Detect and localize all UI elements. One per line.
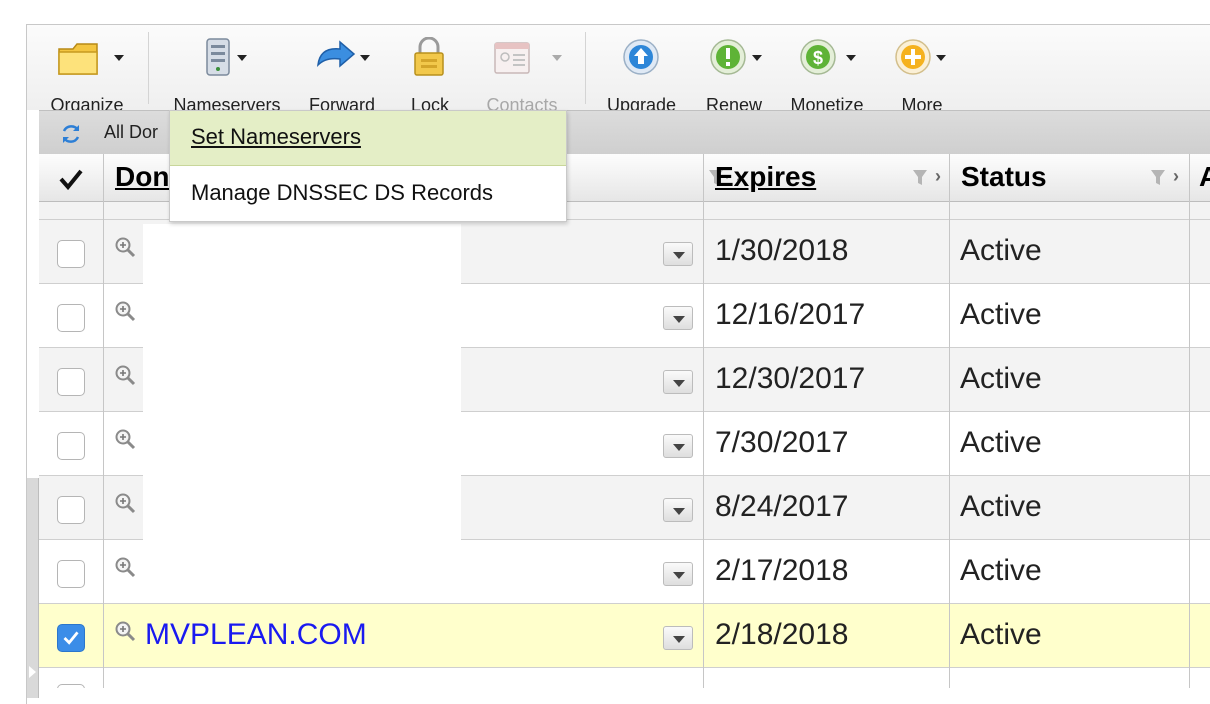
zoom-icon[interactable]: [114, 620, 136, 642]
filter-label[interactable]: All Dor: [104, 122, 158, 143]
expires-column-label[interactable]: Expires: [715, 161, 816, 193]
folder-icon: [58, 43, 98, 75]
column-divider: [949, 154, 950, 688]
row-checkbox[interactable]: [57, 624, 85, 652]
zoom-icon[interactable]: [114, 556, 136, 578]
scrollbar-track[interactable]: [27, 478, 39, 698]
expires-column-header[interactable]: Expires ›: [703, 154, 949, 202]
contacts-button: Contacts: [477, 37, 567, 115]
monetize-button[interactable]: $ Monetize: [782, 37, 872, 115]
row-checkbox[interactable]: [57, 240, 85, 268]
domain-column-label[interactable]: Don: [115, 161, 169, 193]
forward-button[interactable]: Forward: [302, 37, 382, 115]
chevron-down-icon: [936, 55, 946, 61]
contact-card-icon: [494, 42, 530, 74]
redacted-area: [143, 224, 461, 544]
nameservers-menu: Set Nameservers Manage DNSSEC DS Records: [169, 110, 567, 222]
table-row[interactable]: MVPLEAN.COM 2/18/2018 Active: [39, 604, 1210, 668]
row-menu-dropdown[interactable]: [663, 498, 693, 522]
renew-button[interactable]: Renew: [694, 37, 774, 115]
row-checkbox[interactable]: [57, 304, 85, 332]
dollar-circle-icon: $: [800, 39, 836, 75]
upgrade-button[interactable]: Upgrade: [599, 37, 684, 115]
plus-circle-icon: [895, 39, 931, 75]
forward-arrow-icon: [317, 40, 356, 68]
expires-cell: 12/16/2017: [715, 298, 866, 331]
nameservers-button[interactable]: Nameservers: [167, 37, 287, 115]
toolbar: Organize Nameservers Forward Lock Contac…: [27, 25, 1210, 115]
column-divider: [103, 154, 104, 688]
expand-arrow-icon[interactable]: [29, 666, 36, 678]
expires-cell: 2/18/2018: [715, 618, 849, 651]
lock-button[interactable]: Lock: [400, 37, 460, 115]
table-row: [39, 668, 1210, 688]
status-cell: Active: [960, 490, 1042, 523]
status-cell: Active: [960, 426, 1042, 459]
status-column-header[interactable]: Status ›: [949, 154, 1189, 202]
column-resize-handle[interactable]: ›: [935, 166, 941, 187]
row-menu-dropdown[interactable]: [663, 306, 693, 330]
filter-icon[interactable]: [1149, 168, 1171, 188]
status-cell: Active: [960, 554, 1042, 587]
chevron-down-icon: [237, 55, 247, 61]
column-divider: [1189, 154, 1190, 688]
zoom-icon[interactable]: [114, 364, 136, 386]
next-column-header[interactable]: A: [1189, 154, 1210, 202]
row-checkbox[interactable]: [57, 432, 85, 460]
expires-cell: 12/30/2017: [715, 362, 866, 395]
chevron-down-icon: [846, 55, 856, 61]
status-cell: Active: [960, 362, 1042, 395]
checkmark-icon: [63, 631, 79, 645]
zoom-icon[interactable]: [114, 492, 136, 514]
row-menu-dropdown[interactable]: [663, 626, 693, 650]
expires-cell: 8/24/2017: [715, 490, 849, 523]
row-menu-dropdown[interactable]: [663, 434, 693, 458]
chevron-down-icon: [360, 55, 370, 61]
column-divider: [703, 154, 704, 688]
chevron-down-icon: [752, 55, 762, 61]
zoom-icon[interactable]: [114, 300, 136, 322]
table-row[interactable]: 2/17/2018 Active: [39, 540, 1210, 604]
row-menu-dropdown[interactable]: [663, 242, 693, 266]
select-all-header[interactable]: [39, 154, 103, 202]
exclamation-circle-icon: [710, 39, 746, 75]
status-cell: Active: [960, 618, 1042, 651]
menu-item-manage-dnssec[interactable]: Manage DNSSEC DS Records: [170, 167, 566, 222]
status-cell: Active: [960, 234, 1042, 267]
zoom-icon[interactable]: [114, 428, 136, 450]
svg-text:$: $: [813, 48, 823, 68]
chevron-down-icon: [552, 55, 562, 61]
menu-item-label: Manage DNSSEC DS Records: [191, 180, 494, 205]
checkmark-icon: [59, 169, 83, 190]
more-button[interactable]: More: [885, 37, 959, 115]
next-column-label: A: [1199, 161, 1210, 192]
filter-icon[interactable]: [911, 168, 933, 188]
status-column-label: Status: [961, 161, 1047, 192]
row-checkbox[interactable]: [57, 560, 85, 588]
menu-item-label: Set Nameservers: [191, 124, 361, 149]
row-checkbox[interactable]: [57, 684, 85, 688]
menu-item-set-nameservers[interactable]: Set Nameservers: [170, 111, 566, 166]
row-menu-dropdown[interactable]: [663, 562, 693, 586]
status-cell: Active: [960, 298, 1042, 331]
expires-cell: 2/17/2018: [715, 554, 849, 587]
organize-button[interactable]: Organize: [37, 37, 137, 115]
expires-cell: 7/30/2017: [715, 426, 849, 459]
toolbar-divider: [585, 32, 586, 104]
zoom-icon[interactable]: [114, 236, 136, 258]
domain-link[interactable]: MVPLEAN.COM: [145, 618, 367, 652]
chevron-down-icon: [114, 55, 124, 61]
row-menu-dropdown[interactable]: [663, 370, 693, 394]
column-resize-handle[interactable]: ›: [1173, 166, 1179, 187]
refresh-icon[interactable]: [59, 122, 83, 146]
toolbar-divider: [148, 32, 149, 104]
padlock-icon: [414, 37, 444, 76]
row-checkbox[interactable]: [57, 496, 85, 524]
expires-cell: 1/30/2018: [715, 234, 849, 267]
row-checkbox[interactable]: [57, 368, 85, 396]
up-arrow-circle-icon: [623, 39, 659, 75]
